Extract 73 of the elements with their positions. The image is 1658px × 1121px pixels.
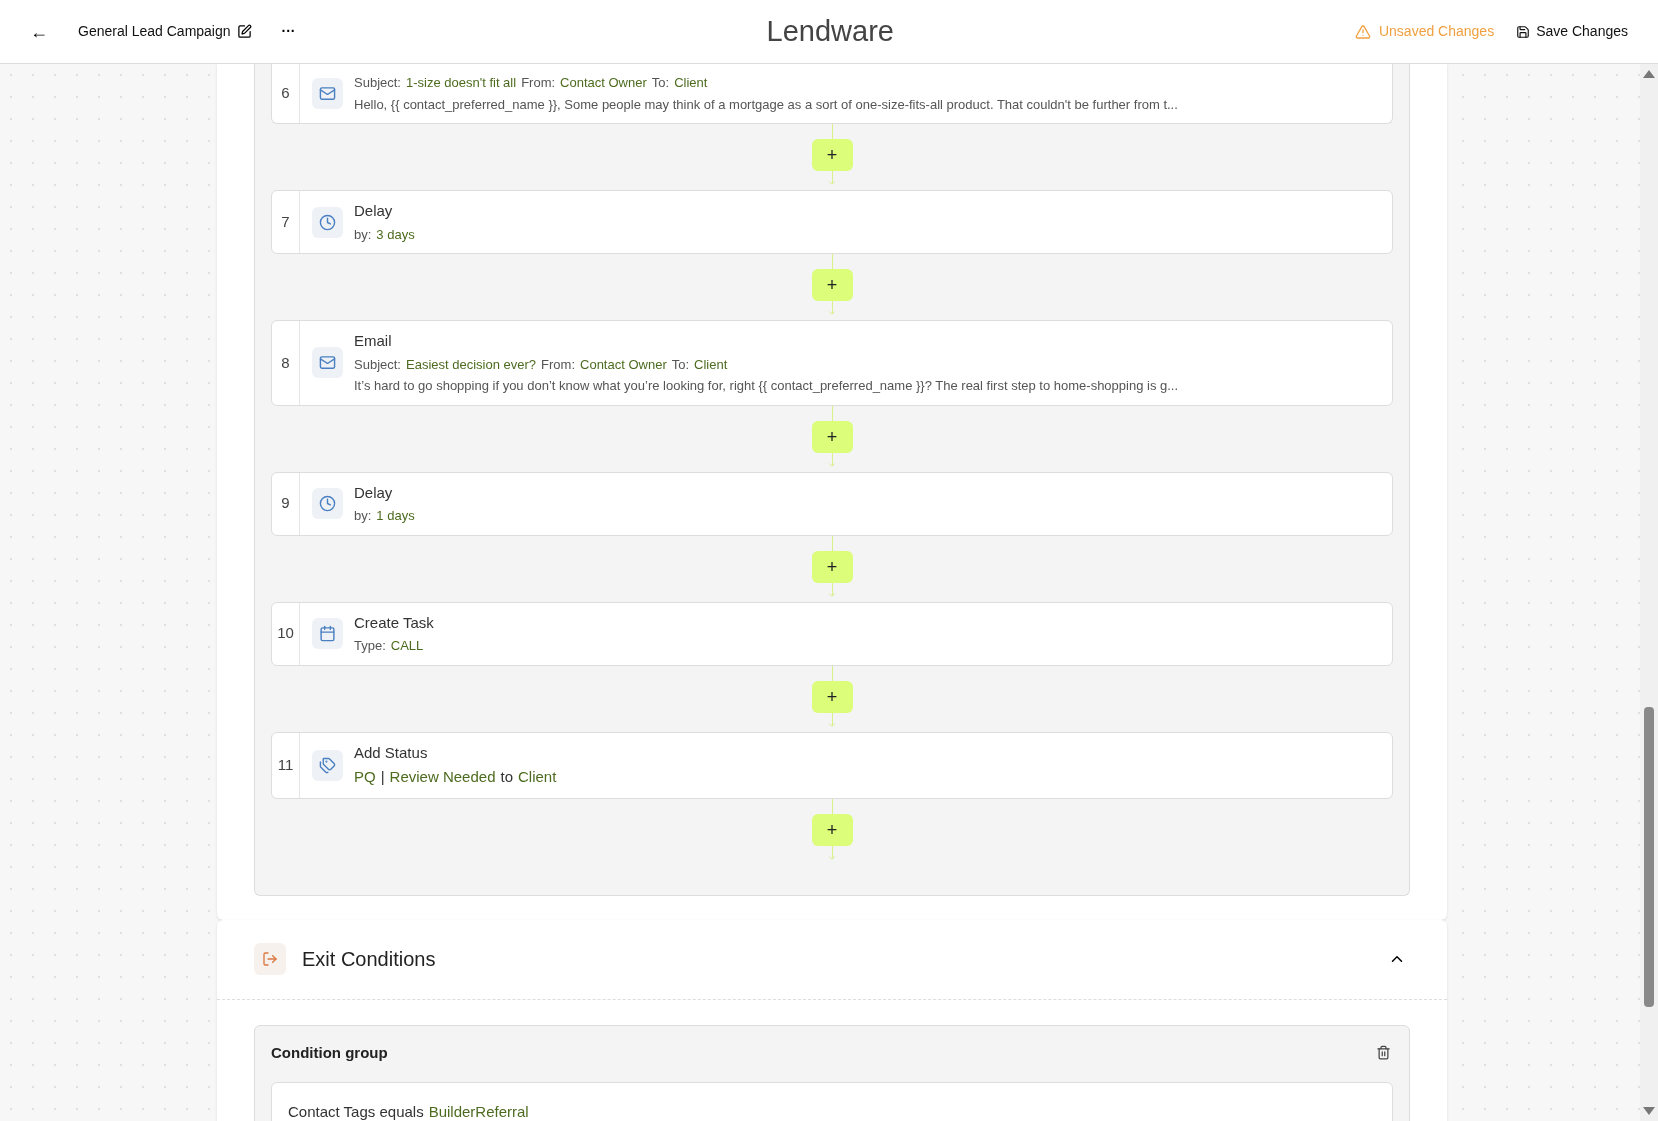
calendar-icon [319,625,336,642]
step-title: Delay [354,201,394,221]
detail-text: Contact Tags equals [288,1102,424,1121]
step-card[interactable] [271,320,1393,406]
step-number: 10 [277,623,294,644]
highlighted-value: Easiest decision ever? [406,355,537,374]
detail-text: Subject: [354,355,401,374]
step-card[interactable] [271,64,1393,124]
step-card[interactable]: 11 Add Status PQ | Review Needed to Client [271,731,1393,799]
add-step-button[interactable]: + [811,550,853,583]
step-number: 11 [277,754,294,775]
step-number: 6 [281,83,290,104]
highlighted-value: 1 days [376,507,415,525]
more-button[interactable]: ··· [281,21,296,42]
step-number: 9 [281,493,290,514]
detail-text: From: [521,74,556,92]
highlighted-value: CALL [390,637,424,655]
detail-text: Type: [354,637,386,655]
add-step-button[interactable]: + [811,269,853,301]
highlighted-value: Client [518,767,557,787]
clock-icon [319,495,336,512]
edit-button[interactable] [236,24,252,39]
highlighted-value: Client [674,74,708,92]
logo-text: Lendware [766,13,894,49]
step-card[interactable]: 10 Create Task Type: CALL [271,601,1393,666]
step-title: Delay [354,482,394,503]
highlighted-value: BuilderReferral [428,1102,529,1121]
add-step-button[interactable]: + [811,139,853,171]
detail-text: From: [541,355,575,374]
highlighted-value: 1-size doesn't fit all [406,74,517,92]
detail-text: to [500,767,513,787]
step-number: 7 [281,211,290,232]
add-step-button[interactable]: + [811,813,853,846]
detail-text: It’s hard to go shopping if you don’t know what you’re looking for, right {{ contact_preferred_name }}? The real first step to home-shopping is g... [354,377,1179,395]
detail-text: by: [354,507,372,525]
detail-text: To: [651,74,670,92]
exit-icon [262,951,278,967]
detail-text: Hello, {{ contact_preferred_name }}, Some people may think of a mortgage as a sort of one-size-fits-all product. That couldn't be further from t... [354,95,1178,114]
campaign-title: General Lead Campaign [78,22,231,41]
detail-text: | [380,767,385,787]
mail-icon [319,354,336,372]
highlighted-value: 3 days [376,225,415,244]
detail-text: Subject: [354,74,401,92]
step-number: 8 [281,352,290,373]
detail-text: To: [671,355,690,374]
add-step-button[interactable]: + [811,420,853,453]
save-changes-button[interactable]: Save Changes [1516,21,1628,42]
delete-button[interactable] [1376,1045,1391,1061]
step-title: Add Status [354,742,429,763]
tag-icon [319,756,336,774]
edit-icon [236,24,252,39]
highlighted-value: Review Needed [389,767,496,787]
warning-icon [1354,23,1371,40]
step-card[interactable]: 7 Delay by: 3 days [271,190,1393,254]
trash-icon [1376,1045,1391,1061]
step-title: Create Task [354,612,434,633]
highlighted-value: Client [694,355,728,374]
step-card[interactable]: 9 Delay by: 1 days [271,471,1393,536]
arrow-head-icon [827,178,837,188]
group-title: Condition group [271,1042,389,1063]
arrow-head-icon [827,308,837,318]
highlighted-value: Contact Owner [580,355,667,374]
save-icon [1516,24,1531,39]
section-title: Exit Conditions [302,947,437,972]
add-step-button[interactable]: + [811,680,853,713]
mail-icon [319,85,336,102]
highlighted-value: Contact Owner [560,74,647,92]
highlighted-value: PQ [354,767,376,787]
clock-icon [319,213,336,231]
step-title: Email [354,331,393,351]
detail-text: by: [354,225,372,244]
unsaved-changes-label: Unsaved Changes [1378,22,1495,41]
back-button[interactable]: ← [30,22,48,41]
